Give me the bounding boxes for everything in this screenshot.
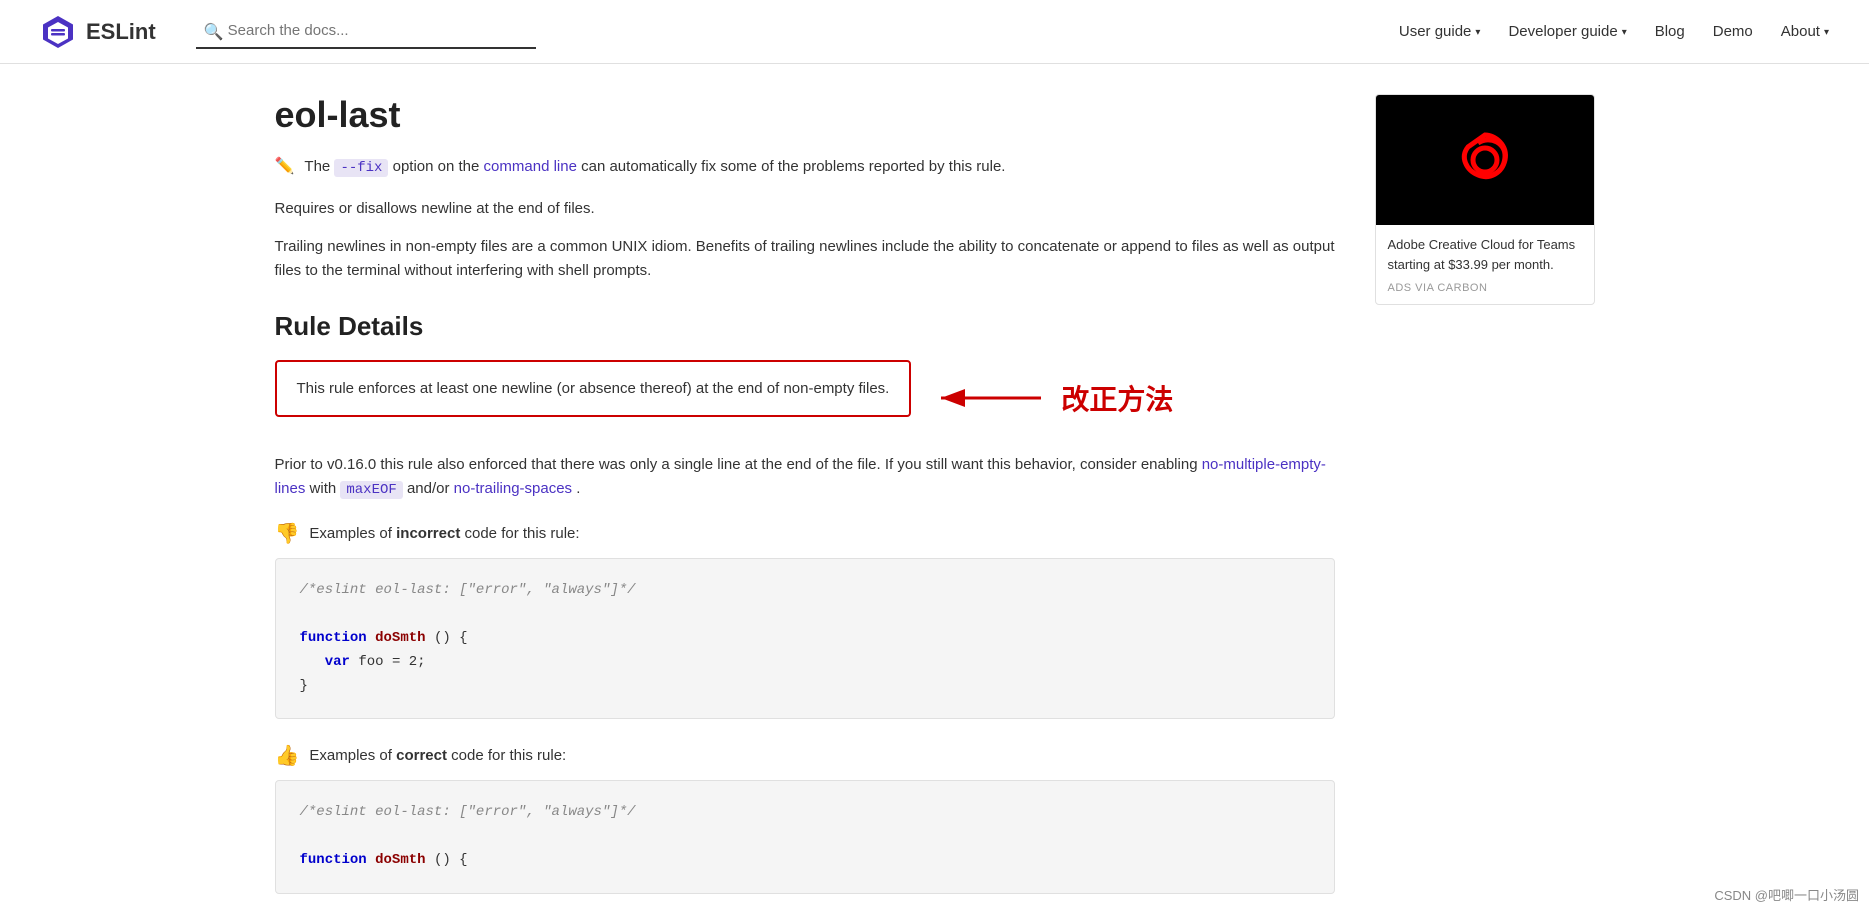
- thumbs-down-icon: 👎: [275, 521, 300, 546]
- search-wrapper: 🔍: [196, 14, 536, 49]
- incorrect-example-header: 👎 Examples of incorrect code for this ru…: [275, 521, 1335, 546]
- ad-text: Adobe Creative Cloud for Teams starting …: [1388, 235, 1582, 274]
- ad-body: Adobe Creative Cloud for Teams starting …: [1376, 225, 1594, 304]
- sidebar-right: Adobe Creative Cloud for Teams starting …: [1375, 94, 1595, 894]
- annotation-arrow: [931, 378, 1051, 418]
- code-comment-1: /*eslint eol-last: ["error", "always"]*/: [300, 582, 636, 598]
- nav-about[interactable]: About ▾: [1781, 23, 1829, 40]
- adobe-cc-logo-icon: [1440, 115, 1530, 205]
- pencil-icon: ✏️: [275, 156, 295, 176]
- ad-image: [1376, 95, 1594, 225]
- brand-name: ESLint: [86, 19, 156, 45]
- nav-blog[interactable]: Blog: [1655, 23, 1685, 40]
- code-keyword-function-2: function: [300, 852, 367, 868]
- ad-card: Adobe Creative Cloud for Teams starting …: [1375, 94, 1595, 305]
- incorrect-code-block: /*eslint eol-last: ["error", "always"]*/…: [275, 558, 1335, 719]
- code-keyword-function: function: [300, 630, 367, 646]
- command-line-link[interactable]: command line: [484, 158, 577, 175]
- search-icon: 🔍: [204, 22, 224, 42]
- nav-demo[interactable]: Demo: [1713, 23, 1753, 40]
- prior-text: Prior to v0.16.0 this rule also enforced…: [275, 453, 1335, 501]
- chevron-down-icon: ▾: [1824, 27, 1829, 38]
- watermark: CSDN @吧唧一口小汤圆: [1714, 885, 1859, 904]
- fix-option-badge: --fix: [334, 159, 388, 177]
- correct-code-block: /*eslint eol-last: ["error", "always"]*/…: [275, 780, 1335, 893]
- correct-example-header: 👍 Examples of correct code for this rule…: [275, 743, 1335, 768]
- correct-label-text: Examples of correct code for this rule:: [309, 747, 566, 764]
- fix-notice-text: The --fix option on the command line can…: [304, 156, 1005, 179]
- incorrect-label-text: Examples of incorrect code for this rule…: [309, 525, 579, 542]
- highlight-text: This rule enforces at least one newline …: [297, 380, 890, 397]
- description-1: Requires or disallows newline at the end…: [275, 197, 1335, 221]
- code-comment-2: /*eslint eol-last: ["error", "always"]*/: [300, 804, 636, 820]
- page-title: eol-last: [275, 94, 1335, 136]
- eslint-logo-icon: [40, 14, 76, 50]
- chevron-down-icon: ▾: [1622, 27, 1627, 38]
- code-function-name-2: doSmth: [375, 852, 425, 868]
- thumbs-up-icon: 👍: [275, 743, 300, 768]
- ad-label: ADS VIA CARBON: [1388, 282, 1582, 294]
- maxeof-badge: maxEOF: [340, 481, 402, 499]
- navbar: ESLint 🔍 User guide ▾ Developer guide ▾ …: [0, 0, 1869, 64]
- nav-links: User guide ▾ Developer guide ▾ Blog Demo…: [1399, 23, 1829, 40]
- search-input[interactable]: [196, 14, 536, 49]
- arrow-icon: [931, 378, 1051, 418]
- description-2: Trailing newlines in non-empty files are…: [275, 235, 1335, 283]
- chevron-down-icon: ▾: [1475, 27, 1480, 38]
- code-keyword-var: var: [325, 654, 350, 670]
- annotation-text: 改正方法: [1061, 378, 1173, 418]
- highlight-box: This rule enforces at least one newline …: [275, 360, 912, 417]
- no-trailing-spaces-link[interactable]: no-trailing-spaces: [454, 480, 572, 497]
- main-layout: eol-last ✏️ The --fix option on the comm…: [235, 64, 1635, 923]
- brand-logo[interactable]: ESLint: [40, 14, 156, 50]
- rule-details-title: Rule Details: [275, 311, 1335, 342]
- content-area: eol-last ✏️ The --fix option on the comm…: [275, 94, 1335, 894]
- nav-developer-guide[interactable]: Developer guide ▾: [1508, 23, 1626, 40]
- code-function-name: doSmth: [375, 630, 425, 646]
- nav-user-guide[interactable]: User guide ▾: [1399, 23, 1481, 40]
- fix-notice: ✏️ The --fix option on the command line …: [275, 156, 1335, 179]
- annotation-wrapper: This rule enforces at least one newline …: [275, 360, 1335, 435]
